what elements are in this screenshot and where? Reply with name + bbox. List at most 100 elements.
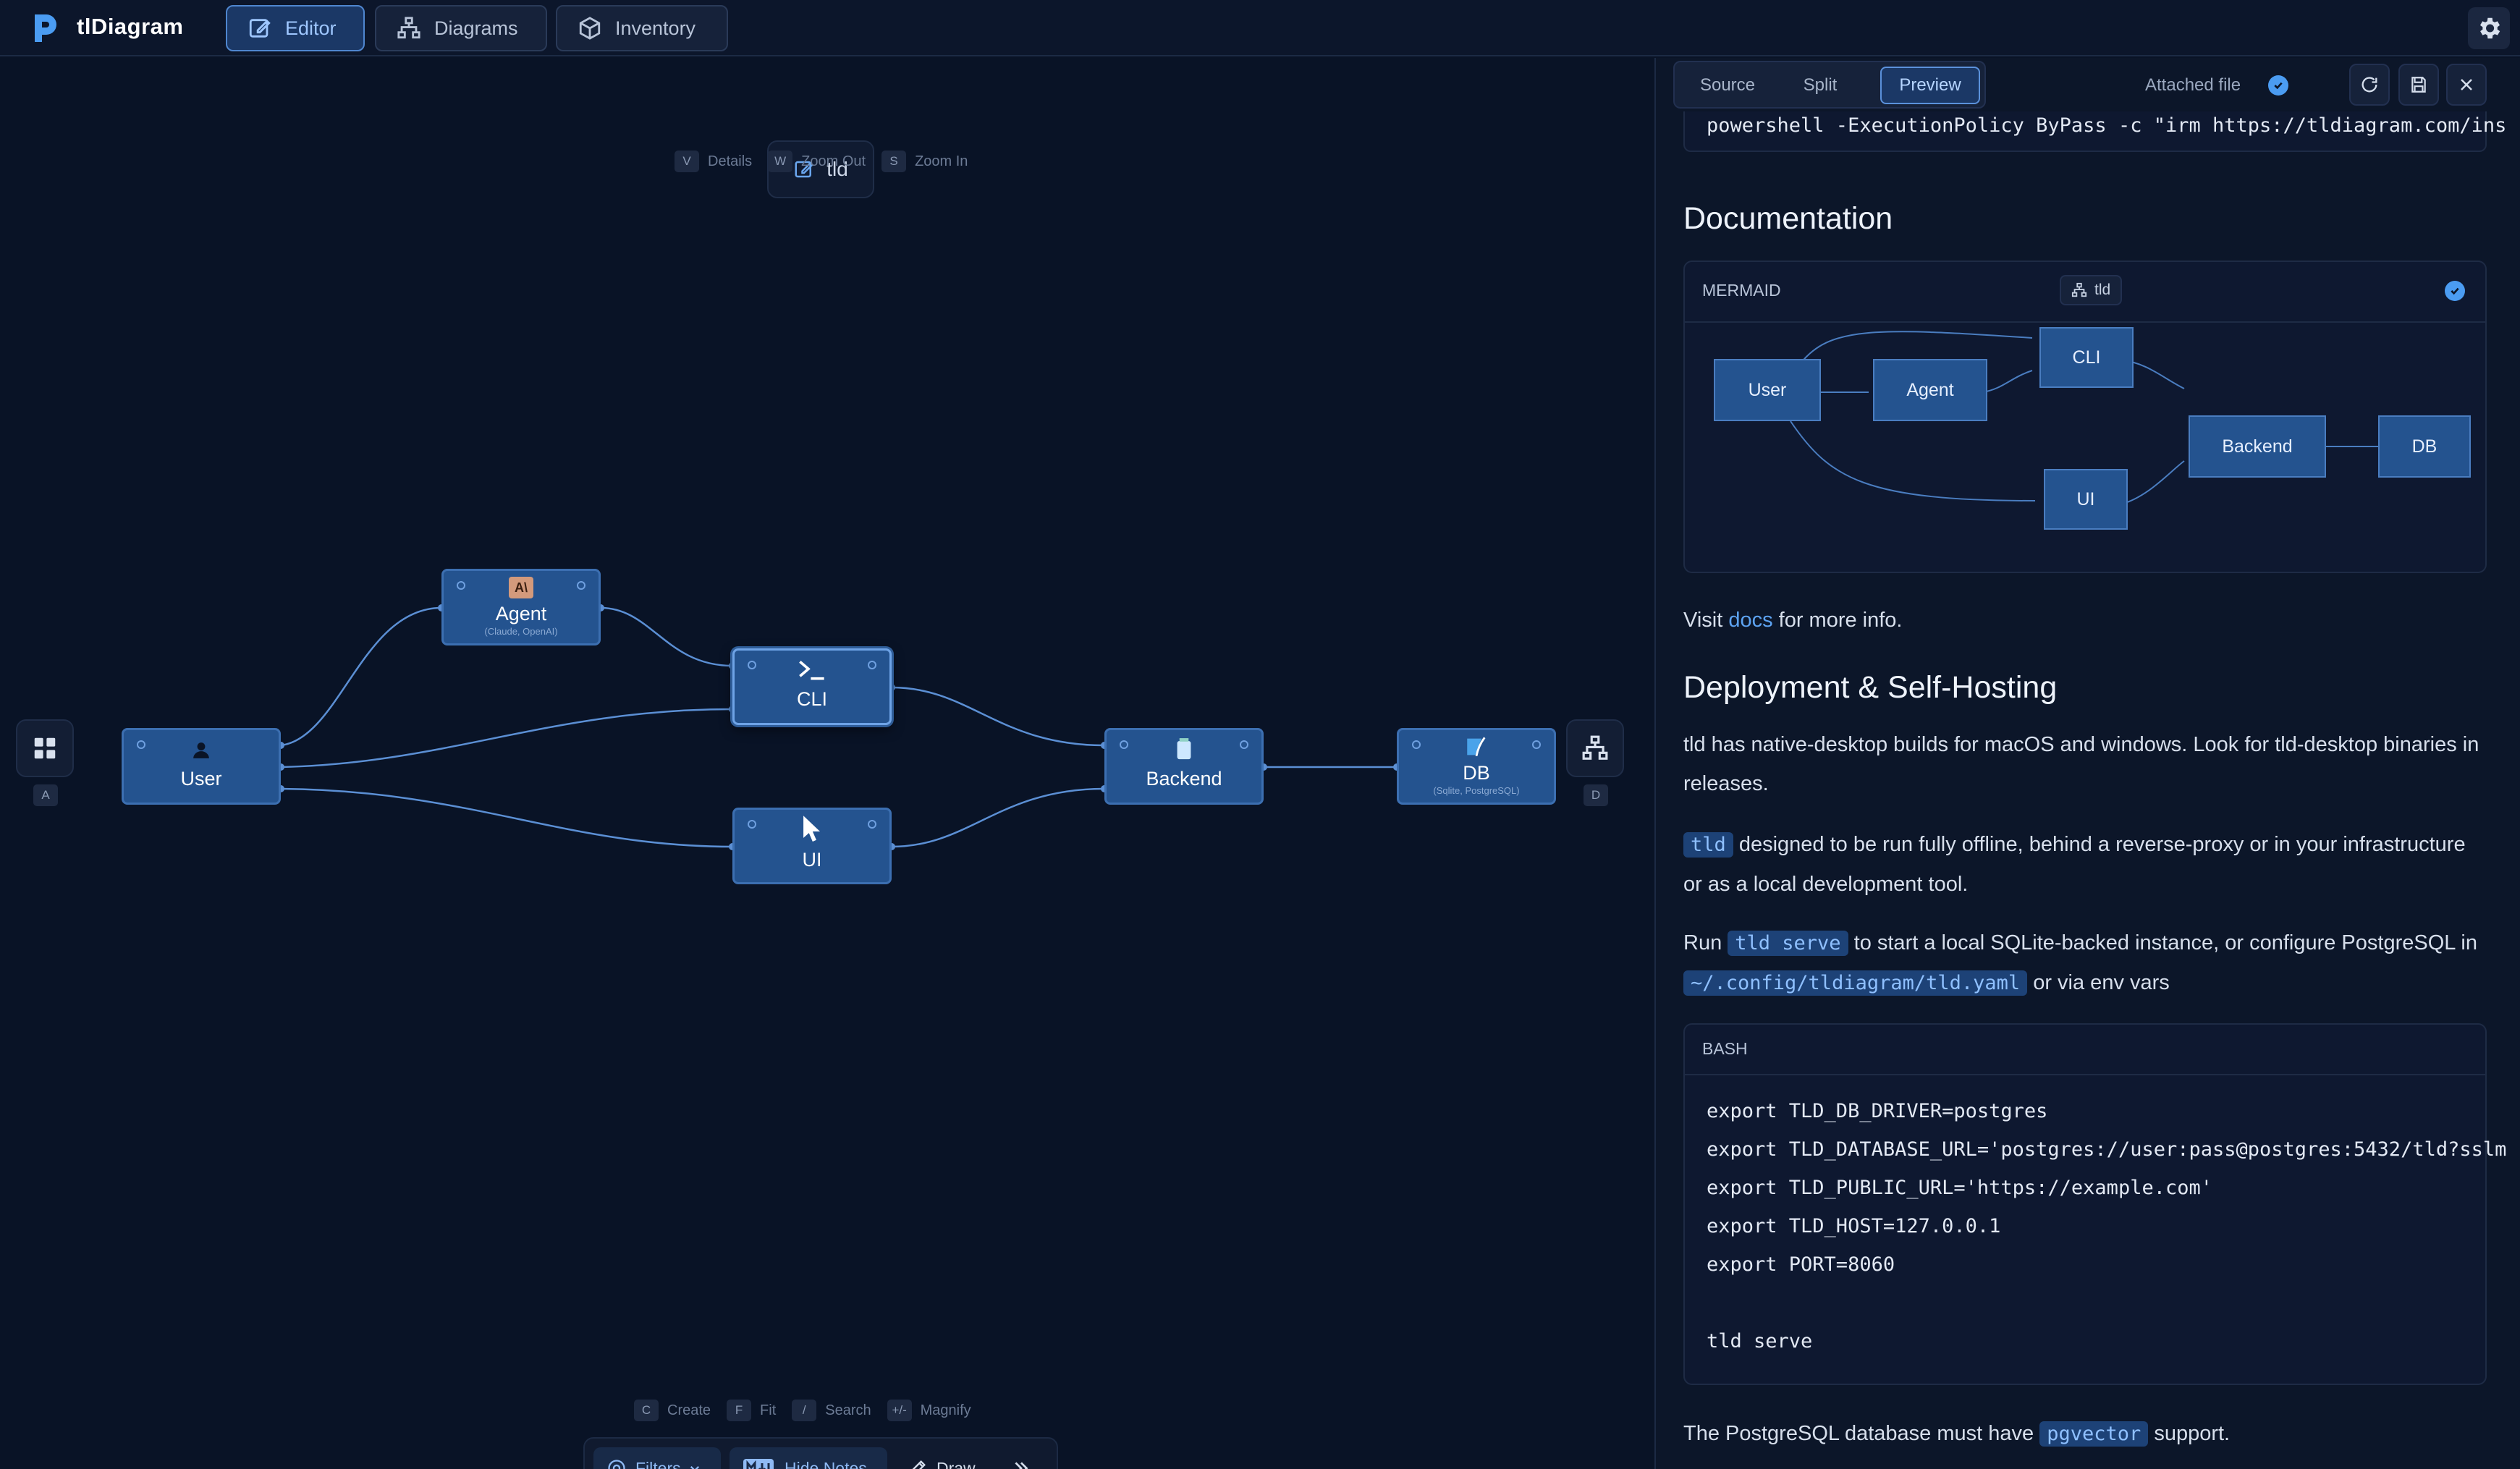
attached-check-icon[interactable] [2268,75,2288,96]
node-db[interactable]: DB (Sqlite, PostgreSQL) [1397,728,1556,805]
close-icon [2461,79,2472,90]
code-line: tld serve [1707,1330,1813,1352]
node-agent-label: Agent [495,603,547,625]
app-title: tlDiagram [77,14,184,39]
edge-user-cli [280,708,733,769]
node-backend[interactable]: Backend [1104,728,1264,805]
edge-user-ui [280,787,733,848]
zoom-icon [577,581,585,590]
zoom-icon [137,740,145,749]
hint-label: Fit [760,1402,777,1418]
tab-inventory-label: Inventory [615,17,696,39]
visit-after: for more info. [1772,609,1903,632]
node-db-sub: (Sqlite, PostgreSQL) [1433,785,1520,796]
pencil-icon [912,1460,926,1469]
cursor-icon [803,816,821,842]
zoom-icon [1120,740,1128,749]
run-serve-text: Run tld serve to start a local SQLite-ba… [1683,923,2487,1003]
edge-agent-cli [600,606,733,667]
hint-label: Search [825,1402,871,1418]
hint-label: Create [667,1402,711,1418]
top-bar: tlDiagram Editor Diagrams Inventory [0,0,2520,56]
pgvector-text: The PostgreSQL database must have pgvect… [1683,1414,2487,1454]
refresh-icon [2362,77,2377,93]
tab-split[interactable]: Split [1780,67,1860,104]
app-logo-icon [35,14,56,42]
visit-before: Visit [1683,609,1729,632]
person-icon [193,742,209,758]
zoom-icon [1532,740,1541,749]
hint-key: / [792,1400,817,1421]
markdown-icon [743,1459,774,1469]
zoom-icon [868,820,876,829]
code-line: export PORT=8060 [1707,1253,1895,1276]
tab-diagrams[interactable]: Diagrams [375,5,547,51]
mermaid-node-db: DB [2378,415,2471,478]
tab-preview[interactable]: Preview [1880,67,1980,104]
mermaid-node-agent: Agent [1873,359,1987,421]
edge-cli-backend [891,686,1105,747]
tab-editor[interactable]: Editor [226,5,365,51]
tab-source[interactable]: Source [1682,67,1773,104]
draw-label: Draw [936,1458,976,1469]
hint-key: +/- [887,1400,912,1421]
documentation-heading: Documentation [1683,201,1893,236]
zoom-icon [457,581,465,590]
code-line: export TLD_PUBLIC_URL='https://example.c… [1707,1177,2212,1199]
node-agent-sub: (Claude, OpenAI) [484,626,558,637]
node-user-label: User [180,768,222,789]
run-t2: to start a local SQLite-backed instance,… [1848,931,2477,954]
expand-toolbar-button[interactable] [999,1447,1049,1469]
draw-button[interactable]: Draw [895,1447,989,1469]
code-line: export TLD_DATABASE_URL='postgres://user… [1707,1138,2507,1161]
filters-button[interactable]: Filters [593,1447,721,1469]
sqlite-icon [1467,737,1486,757]
tab-diagrams-label: Diagrams [434,17,518,39]
gear-icon [2479,17,2500,39]
zoom-icon [868,661,876,669]
close-panel-button[interactable] [2446,64,2487,106]
mermaid-node-ui: UI [2044,469,2128,530]
node-user[interactable]: User [122,728,281,805]
node-cli[interactable]: CLI [732,648,892,725]
hint-label: Magnify [920,1402,971,1418]
offline-text: tld designed to be run fully offline, be… [1683,825,2487,904]
inline-code: tld [1683,832,1733,858]
node-db-label: DB [1463,762,1490,784]
edge-ui-backend [891,787,1105,848]
zoom-icon [1412,740,1421,749]
view-mode-switch: Source Split Preview [1673,61,1986,109]
chevron-down-icon [690,1465,699,1469]
settings-button[interactable] [2468,7,2510,49]
box-icon [579,17,601,40]
offline-text-body: designed to be run fully offline, behind… [1683,833,2466,896]
deployment-heading: Deployment & Self-Hosting [1683,670,2058,705]
edge-user-agent [280,606,442,747]
code-line: export TLD_HOST=127.0.0.1 [1707,1215,2001,1237]
canvas-toolbar: Filters Hide Notes Draw [583,1437,1058,1469]
desktop-builds-text: tld has native-desktop builds for macOS … [1683,733,2479,795]
docs-link[interactable]: docs [1728,609,1772,632]
tab-inventory[interactable]: Inventory [556,5,728,51]
diagram-canvas[interactable]: tld V Details W Zoom Out S Zoom In A D U… [0,58,1654,1469]
node-backend-label: Backend [1146,768,1222,789]
inline-code: tld serve [1728,931,1848,956]
visit-docs-text: Visit docs for more info. [1683,601,2487,640]
server-icon [1177,738,1191,760]
code-line: export TLD_DB_DRIVER=postgres [1707,1100,2048,1122]
bash-header: BASH [1702,1039,1748,1058]
node-ui[interactable]: UI [732,808,892,884]
pg-after: support. [2148,1422,2231,1445]
hide-notes-button[interactable]: Hide Notes [730,1447,887,1469]
diagram-tree-icon [397,17,420,39]
attached-file-label: Attached file [2145,75,2241,95]
node-agent[interactable]: A\ Agent (Claude, OpenAI) [441,569,601,645]
hint-key: F [727,1400,752,1421]
save-button[interactable] [2398,64,2439,106]
mermaid-node-backend: Backend [2189,415,2326,478]
filters-label: Filters [635,1458,681,1469]
divider [1685,1074,2485,1075]
node-ui-label: UI [802,849,822,871]
panel-header: Source Split Preview Attached file [1656,58,2520,111]
refresh-button[interactable] [2349,64,2390,106]
